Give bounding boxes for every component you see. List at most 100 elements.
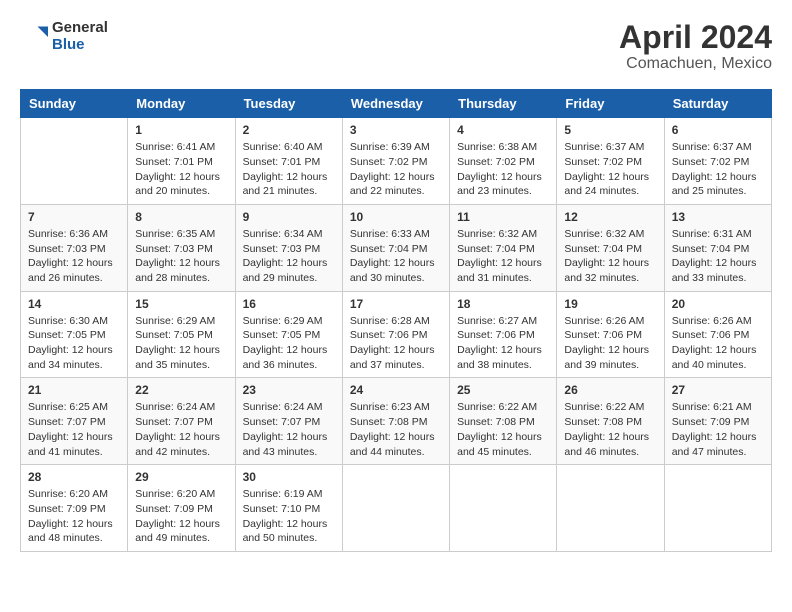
day-number: 18 (457, 297, 549, 311)
day-number: 6 (672, 123, 764, 137)
day-info: Sunrise: 6:35 AM Sunset: 7:03 PM Dayligh… (135, 227, 227, 286)
day-info: Sunrise: 6:22 AM Sunset: 7:08 PM Dayligh… (564, 400, 656, 459)
day-info: Sunrise: 6:32 AM Sunset: 7:04 PM Dayligh… (457, 227, 549, 286)
day-info: Sunrise: 6:21 AM Sunset: 7:09 PM Dayligh… (672, 400, 764, 459)
day-number: 2 (243, 123, 335, 137)
day-info: Sunrise: 6:29 AM Sunset: 7:05 PM Dayligh… (135, 314, 227, 373)
calendar-cell: 7 Sunrise: 6:36 AM Sunset: 7:03 PM Daylig… (21, 204, 128, 291)
calendar-cell: 2 Sunrise: 6:40 AM Sunset: 7:01 PM Daylig… (235, 118, 342, 205)
weekday-header-monday: Monday (128, 90, 235, 118)
calendar-table: SundayMondayTuesdayWednesdayThursdayFrid… (20, 89, 772, 552)
calendar-cell: 9 Sunrise: 6:34 AM Sunset: 7:03 PM Daylig… (235, 204, 342, 291)
day-info: Sunrise: 6:30 AM Sunset: 7:05 PM Dayligh… (28, 314, 120, 373)
month-title: April 2024 (619, 20, 772, 55)
calendar-cell: 23 Sunrise: 6:24 AM Sunset: 7:07 PM Dayli… (235, 378, 342, 465)
calendar-cell: 6 Sunrise: 6:37 AM Sunset: 7:02 PM Daylig… (664, 118, 771, 205)
day-number: 30 (243, 470, 335, 484)
calendar-cell: 14 Sunrise: 6:30 AM Sunset: 7:05 PM Dayli… (21, 291, 128, 378)
logo: General Blue (20, 20, 108, 53)
logo-general-text: General (52, 20, 108, 37)
day-info: Sunrise: 6:31 AM Sunset: 7:04 PM Dayligh… (672, 227, 764, 286)
day-number: 8 (135, 210, 227, 224)
day-number: 7 (28, 210, 120, 224)
calendar-cell: 27 Sunrise: 6:21 AM Sunset: 7:09 PM Dayli… (664, 378, 771, 465)
calendar-cell (21, 118, 128, 205)
calendar-cell (664, 465, 771, 552)
location-title: Comachuen, Mexico (619, 55, 772, 73)
calendar-cell: 13 Sunrise: 6:31 AM Sunset: 7:04 PM Dayli… (664, 204, 771, 291)
day-info: Sunrise: 6:20 AM Sunset: 7:09 PM Dayligh… (28, 487, 120, 546)
weekday-header-thursday: Thursday (450, 90, 557, 118)
calendar-cell: 5 Sunrise: 6:37 AM Sunset: 7:02 PM Daylig… (557, 118, 664, 205)
calendar-cell: 18 Sunrise: 6:27 AM Sunset: 7:06 PM Dayli… (450, 291, 557, 378)
day-info: Sunrise: 6:40 AM Sunset: 7:01 PM Dayligh… (243, 140, 335, 199)
day-number: 20 (672, 297, 764, 311)
calendar-cell: 19 Sunrise: 6:26 AM Sunset: 7:06 PM Dayli… (557, 291, 664, 378)
day-number: 17 (350, 297, 442, 311)
calendar-header: SundayMondayTuesdayWednesdayThursdayFrid… (21, 90, 772, 118)
day-number: 27 (672, 383, 764, 397)
day-number: 19 (564, 297, 656, 311)
day-info: Sunrise: 6:39 AM Sunset: 7:02 PM Dayligh… (350, 140, 442, 199)
calendar-cell: 8 Sunrise: 6:35 AM Sunset: 7:03 PM Daylig… (128, 204, 235, 291)
day-info: Sunrise: 6:37 AM Sunset: 7:02 PM Dayligh… (564, 140, 656, 199)
calendar-cell: 11 Sunrise: 6:32 AM Sunset: 7:04 PM Dayli… (450, 204, 557, 291)
day-info: Sunrise: 6:38 AM Sunset: 7:02 PM Dayligh… (457, 140, 549, 199)
logo-icon (20, 23, 48, 51)
day-info: Sunrise: 6:29 AM Sunset: 7:05 PM Dayligh… (243, 314, 335, 373)
day-number: 23 (243, 383, 335, 397)
day-number: 21 (28, 383, 120, 397)
calendar-cell: 15Sunrise: 6:29 AM Sunset: 7:05 PM Dayli… (128, 291, 235, 378)
day-number: 5 (564, 123, 656, 137)
day-number: 9 (243, 210, 335, 224)
day-number: 16 (243, 297, 335, 311)
calendar-cell: 30 Sunrise: 6:19 AM Sunset: 7:10 PM Dayli… (235, 465, 342, 552)
page-header: General Blue April 2024 Comachuen, Mexic… (20, 20, 772, 73)
calendar-cell: 29 Sunrise: 6:20 AM Sunset: 7:09 PM Dayli… (128, 465, 235, 552)
calendar-week-3: 14 Sunrise: 6:30 AM Sunset: 7:05 PM Dayli… (21, 291, 772, 378)
day-info: Sunrise: 6:26 AM Sunset: 7:06 PM Dayligh… (672, 314, 764, 373)
day-number: 26 (564, 383, 656, 397)
calendar-cell: 10 Sunrise: 6:33 AM Sunset: 7:04 PM Dayli… (342, 204, 449, 291)
calendar-cell: 22 Sunrise: 6:24 AM Sunset: 7:07 PM Dayli… (128, 378, 235, 465)
day-number: 1 (135, 123, 227, 137)
day-number: 29 (135, 470, 227, 484)
calendar-cell (450, 465, 557, 552)
calendar-week-4: 21 Sunrise: 6:25 AM Sunset: 7:07 PM Dayli… (21, 378, 772, 465)
day-info: Sunrise: 6:36 AM Sunset: 7:03 PM Dayligh… (28, 227, 120, 286)
day-info: Sunrise: 6:19 AM Sunset: 7:10 PM Dayligh… (243, 487, 335, 546)
day-info: Sunrise: 6:33 AM Sunset: 7:04 PM Dayligh… (350, 227, 442, 286)
calendar-cell: 12Sunrise: 6:32 AM Sunset: 7:04 PM Dayli… (557, 204, 664, 291)
day-info: Sunrise: 6:20 AM Sunset: 7:09 PM Dayligh… (135, 487, 227, 546)
day-info: Sunrise: 6:25 AM Sunset: 7:07 PM Dayligh… (28, 400, 120, 459)
calendar-cell (557, 465, 664, 552)
calendar-cell: 24Sunrise: 6:23 AM Sunset: 7:08 PM Dayli… (342, 378, 449, 465)
day-number: 13 (672, 210, 764, 224)
weekday-header-saturday: Saturday (664, 90, 771, 118)
day-info: Sunrise: 6:34 AM Sunset: 7:03 PM Dayligh… (243, 227, 335, 286)
day-number: 11 (457, 210, 549, 224)
day-number: 4 (457, 123, 549, 137)
logo-blue-text: Blue (52, 37, 108, 54)
calendar-cell (342, 465, 449, 552)
calendar-cell: 4 Sunrise: 6:38 AM Sunset: 7:02 PM Daylig… (450, 118, 557, 205)
day-number: 25 (457, 383, 549, 397)
day-number: 14 (28, 297, 120, 311)
calendar-week-1: 1Sunrise: 6:41 AM Sunset: 7:01 PM Daylig… (21, 118, 772, 205)
day-number: 10 (350, 210, 442, 224)
day-info: Sunrise: 6:22 AM Sunset: 7:08 PM Dayligh… (457, 400, 549, 459)
day-number: 22 (135, 383, 227, 397)
day-info: Sunrise: 6:37 AM Sunset: 7:02 PM Dayligh… (672, 140, 764, 199)
day-info: Sunrise: 6:24 AM Sunset: 7:07 PM Dayligh… (135, 400, 227, 459)
day-info: Sunrise: 6:27 AM Sunset: 7:06 PM Dayligh… (457, 314, 549, 373)
calendar-cell: 1Sunrise: 6:41 AM Sunset: 7:01 PM Daylig… (128, 118, 235, 205)
day-number: 12 (564, 210, 656, 224)
calendar-body: 1Sunrise: 6:41 AM Sunset: 7:01 PM Daylig… (21, 118, 772, 552)
calendar-cell: 16 Sunrise: 6:29 AM Sunset: 7:05 PM Dayli… (235, 291, 342, 378)
weekday-header-wednesday: Wednesday (342, 90, 449, 118)
weekday-header-friday: Friday (557, 90, 664, 118)
calendar-cell: 17Sunrise: 6:28 AM Sunset: 7:06 PM Dayli… (342, 291, 449, 378)
day-info: Sunrise: 6:26 AM Sunset: 7:06 PM Dayligh… (564, 314, 656, 373)
day-info: Sunrise: 6:24 AM Sunset: 7:07 PM Dayligh… (243, 400, 335, 459)
day-number: 28 (28, 470, 120, 484)
